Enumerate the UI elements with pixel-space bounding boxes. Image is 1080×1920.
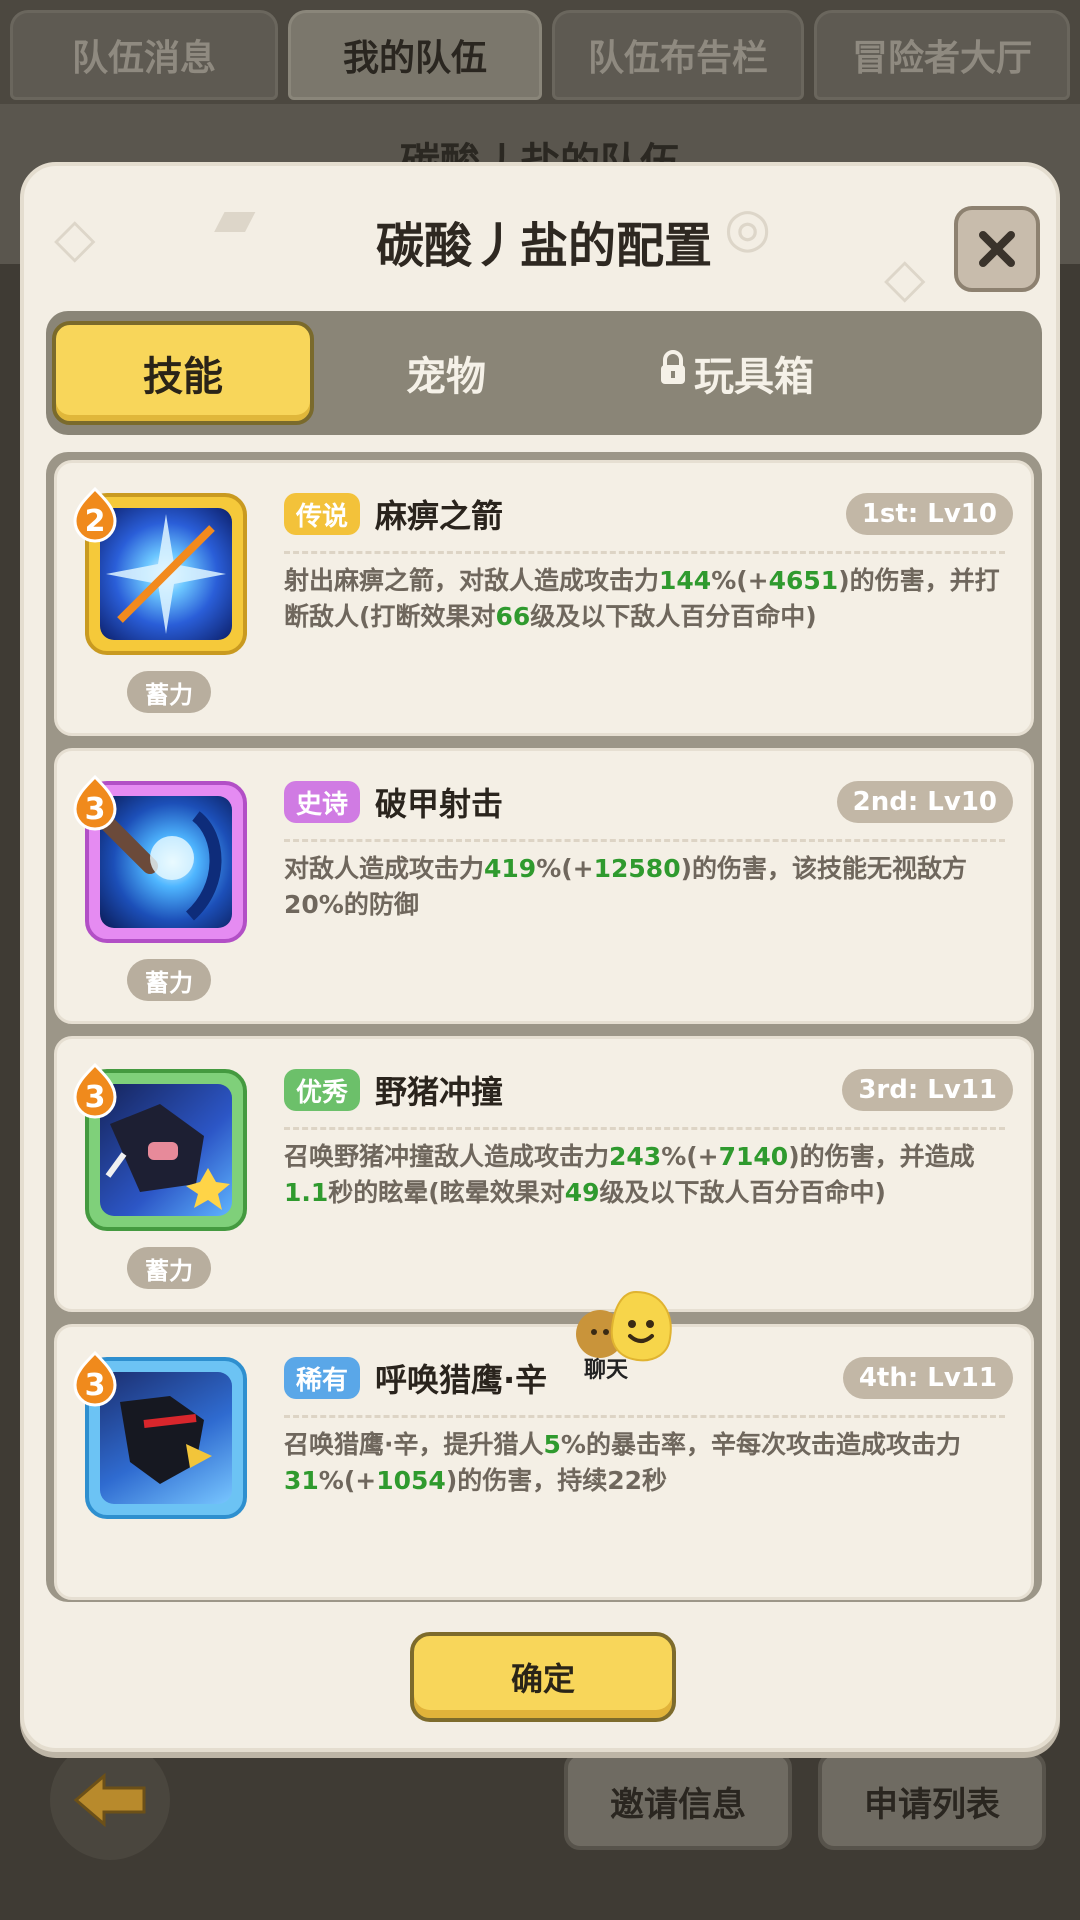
tab-skills[interactable]: 技能 — [52, 321, 314, 425]
application-list-button[interactable]: 申请列表 — [818, 1752, 1046, 1850]
highlight-value: 31 — [284, 1466, 319, 1495]
description-text: 对敌人造成攻击力 — [284, 854, 485, 883]
description-text: 召唤猎鹰·辛，提升猎人 — [284, 1430, 544, 1459]
config-modal: ◇ ▰ ◎ ◇ 碳酸丿盐的配置 技能 宠物 玩具箱 2 蓄力 传说 麻痹之箭 1… — [20, 162, 1060, 1752]
description-text: %(+ — [318, 1466, 377, 1495]
skill-name: 麻痹之箭 — [375, 497, 504, 535]
highlight-value: 144 — [659, 566, 712, 595]
rarity-badge: 稀有 — [284, 1357, 361, 1399]
divider — [284, 839, 1005, 842]
rarity-badge: 史诗 — [284, 781, 361, 823]
tab-toybox-label: 玩具箱 — [694, 354, 814, 400]
description-text: %(+ — [711, 566, 769, 595]
highlight-value: 1.1 — [284, 1178, 329, 1207]
highlight-value: 49 — [564, 1178, 600, 1207]
skill-rank-badge: 2 — [71, 487, 119, 543]
description-text: %(+ — [536, 854, 594, 883]
skill-description: 射出麻痹之箭，对敌人造成攻击力144%(+4651)的伤害，并打断敌人(打断效果… — [284, 563, 1009, 635]
skill-level: 2nd: Lv10 — [836, 781, 1013, 823]
boar-charge-icon — [100, 1084, 232, 1216]
divider — [284, 551, 1005, 554]
skill-description: 召唤猎鹰·辛，提升猎人5%的暴击率，辛每次攻击造成攻击力 31%(+1054)的伤… — [284, 1427, 1009, 1499]
skill-card[interactable]: 2 蓄力 传说 麻痹之箭 1st: Lv10 射出麻痹之箭，对敌人造成攻击力14… — [54, 460, 1034, 736]
highlight-value: 4651 — [768, 566, 839, 595]
description-text: %(+ — [661, 1142, 719, 1171]
skill-card[interactable]: 3 蓄力 优秀 野猪冲撞 3rd: Lv11 召唤野猪冲撞敌人造成攻击力243%… — [54, 1036, 1034, 1312]
description-text: 级及以下敌人百分百命中) — [530, 602, 817, 631]
paralysis-arrow-icon — [100, 508, 232, 640]
description-text: )的伤害，持续22秒 — [445, 1466, 668, 1495]
modal-tab-bar: 技能 宠物 玩具箱 — [46, 311, 1042, 435]
skill-rank-badge: 3 — [71, 775, 119, 831]
divider — [284, 1127, 1005, 1130]
close-icon — [979, 231, 1015, 267]
highlight-value: 66 — [495, 602, 531, 631]
description-text: 召唤野猪冲撞敌人造成攻击力 — [284, 1142, 610, 1171]
skill-name: 呼唤猎鹰·辛 — [375, 1361, 548, 1399]
skill-name: 破甲射击 — [375, 785, 504, 823]
chat-label: 聊天 — [584, 1358, 629, 1383]
skill-rank-badge: 3 — [71, 1351, 119, 1407]
highlight-value: 243 — [609, 1142, 662, 1171]
invite-info-button[interactable]: 邀请信息 — [564, 1752, 792, 1850]
skill-level: 1st: Lv10 — [845, 493, 1013, 535]
tab-skills-label: 技能 — [143, 354, 223, 400]
highlight-value: 7140 — [718, 1142, 789, 1171]
highlight-value: 419 — [484, 854, 537, 883]
summon-falcon-icon — [100, 1372, 232, 1504]
skill-name: 野猪冲撞 — [375, 1073, 504, 1111]
skill-description: 召唤野猪冲撞敌人造成攻击力243%(+7140)的伤害，并造成 1.1秒的眩晕(眩… — [284, 1139, 1009, 1211]
highlight-value: 12580 — [593, 854, 681, 883]
tab-adventurer-hall[interactable]: 冒险者大厅 — [814, 10, 1070, 100]
description-text: 射出麻痹之箭，对敌人造成攻击力 — [284, 566, 660, 595]
tab-my-team[interactable]: 我的队伍 — [288, 10, 542, 100]
charge-tag: 蓄力 — [127, 1247, 211, 1289]
armor-piercing-shot-icon — [100, 796, 232, 928]
confirm-button[interactable]: 确定 — [410, 1632, 676, 1722]
skill-card[interactable]: 3 稀有 呼唤猎鹰·辛 4th: Lv11 召唤猎鹰·辛，提升猎人5%的暴击率，… — [54, 1324, 1034, 1600]
charge-tag: 蓄力 — [127, 671, 211, 713]
charge-tag: 蓄力 — [127, 959, 211, 1001]
top-tab-bar: 队伍消息 我的队伍 队伍布告栏 冒险者大厅 — [0, 0, 1080, 104]
highlight-value: 1054 — [376, 1466, 446, 1495]
skill-level: 4th: Lv11 — [842, 1357, 1013, 1399]
description-text: 级及以下敌人百分百命中) — [599, 1178, 886, 1207]
skill-level: 3rd: Lv11 — [842, 1069, 1013, 1111]
divider — [284, 1415, 1005, 1418]
tab-pets-label: 宠物 — [406, 354, 486, 400]
tab-team-messages[interactable]: 队伍消息 — [10, 10, 278, 100]
highlight-value: 5 — [543, 1430, 561, 1459]
tab-pets[interactable]: 宠物 — [346, 321, 546, 425]
description-text: %的暴击率，辛每次攻击造成攻击力 — [560, 1430, 961, 1459]
chat-float-button[interactable]: 聊天 — [570, 1288, 688, 1384]
back-button[interactable] — [50, 1740, 170, 1860]
rarity-badge: 优秀 — [284, 1069, 361, 1111]
close-button[interactable] — [954, 206, 1040, 292]
description-text: 秒的眩晕(眩晕效果对 — [328, 1178, 565, 1207]
skill-description: 对敌人造成攻击力419%(+12580)的伤害，该技能无视敌方20%的防御 — [284, 851, 1009, 923]
skill-rank-badge: 3 — [71, 1063, 119, 1119]
skill-card[interactable]: 3 蓄力 史诗 破甲射击 2nd: Lv10 对敌人造成攻击力419%(+125… — [54, 748, 1034, 1024]
tab-toybox[interactable]: 玩具箱 — [626, 321, 846, 425]
back-arrow-icon — [73, 1772, 146, 1828]
skills-list: 2 蓄力 传说 麻痹之箭 1st: Lv10 射出麻痹之箭，对敌人造成攻击力14… — [46, 452, 1042, 1602]
modal-title: 碳酸丿盐的配置 — [375, 218, 712, 274]
lock-icon — [658, 350, 688, 396]
rarity-badge: 传说 — [284, 493, 361, 535]
tab-team-board[interactable]: 队伍布告栏 — [552, 10, 804, 100]
description-text: )的伤害，并造成 — [788, 1142, 975, 1171]
